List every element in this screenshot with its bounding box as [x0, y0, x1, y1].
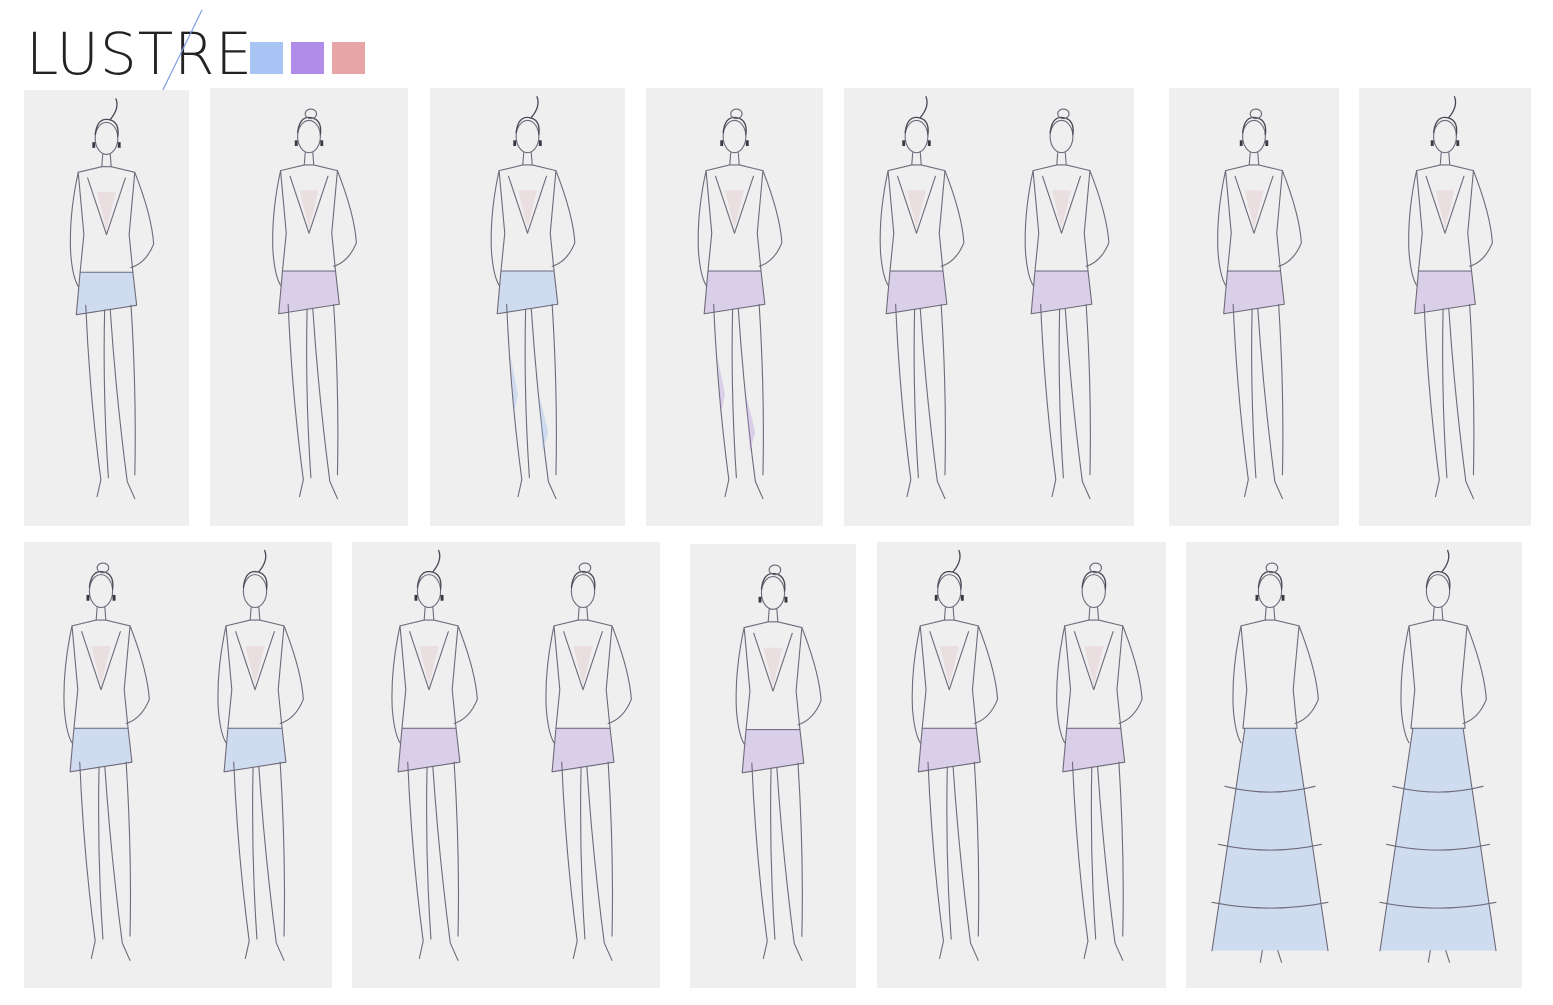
fashion-sketch	[879, 96, 1110, 500]
sketch-panel	[1169, 88, 1339, 526]
palette-swatch-violet	[291, 42, 324, 74]
front-view-figure	[879, 96, 965, 500]
back-view-figure	[1379, 549, 1497, 963]
front-view-figure	[1408, 96, 1493, 500]
sketch-panel	[1186, 542, 1522, 988]
fashion-sketch	[735, 564, 822, 961]
sketch-panel	[352, 542, 660, 988]
palette-swatch-rose	[332, 42, 365, 74]
fashion-sketch	[1217, 108, 1302, 500]
back-view-figure	[1056, 562, 1143, 961]
sketch-panel	[24, 90, 189, 526]
sketch-panel	[210, 88, 408, 526]
front-view-figure	[391, 549, 478, 961]
fashion-sketch	[911, 549, 1143, 961]
sketch-panel	[1359, 88, 1531, 526]
front-view-figure	[1217, 108, 1302, 500]
fashion-sketch	[1211, 549, 1497, 963]
front-view-figure	[63, 562, 150, 961]
sketch-panel	[844, 88, 1134, 526]
brand-logo: LUSTRE	[26, 20, 254, 88]
sketch-panel	[24, 542, 332, 988]
fashion-sketch	[490, 96, 576, 500]
sketch-panel	[690, 544, 856, 988]
fashion-sketch	[69, 98, 155, 500]
fashion-sketch	[63, 549, 304, 961]
front-view-figure	[1211, 562, 1329, 963]
header: LUSTRE	[0, 0, 1553, 105]
fashion-sketch	[391, 549, 632, 961]
front-view-figure	[735, 564, 822, 961]
front-view-figure	[490, 96, 576, 500]
fashion-sketch	[272, 108, 357, 500]
front-view-figure	[911, 549, 999, 961]
sketch-panel	[646, 88, 823, 526]
fashion-sketch	[1408, 96, 1493, 500]
fashion-sketch	[697, 108, 783, 500]
back-view-figure	[1024, 108, 1110, 500]
sketch-panel	[877, 542, 1166, 988]
back-view-figure	[217, 549, 304, 961]
front-view-figure	[272, 108, 357, 500]
sketch-panel	[430, 88, 625, 526]
front-view-figure	[69, 98, 155, 500]
palette-swatch-blue	[250, 42, 283, 74]
back-view-figure	[545, 562, 632, 961]
front-view-figure	[697, 108, 783, 500]
